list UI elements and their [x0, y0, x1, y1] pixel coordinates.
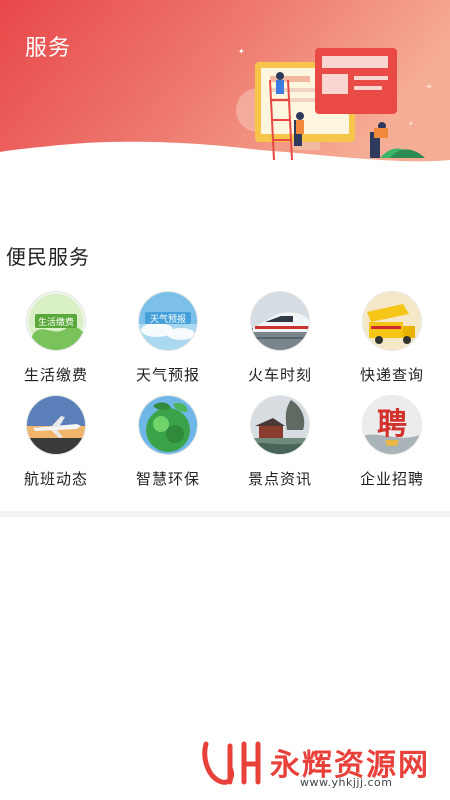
service-label: 快递查询	[359, 366, 424, 384]
service-express-delivery[interactable]: 快递查询	[336, 292, 448, 392]
page-title: 服务	[25, 36, 72, 61]
service-smart-eco[interactable]: 智慧环保	[112, 396, 224, 496]
section-title: 便民服务	[6, 245, 90, 269]
service-label: 智慧环保	[135, 470, 200, 488]
watermark-logo-icon	[202, 741, 261, 785]
weather-badge-text: 天气预报	[150, 313, 186, 325]
service-label: 生活缴费	[23, 366, 88, 384]
service-weather-forecast[interactable]: 天气预报 天气预报	[112, 292, 224, 392]
bill-payment-icon: 生活缴费	[27, 292, 85, 350]
svg-text:✦: ✦	[408, 120, 414, 128]
scenic-spot-icon	[251, 396, 309, 454]
svg-text:✦: ✦	[425, 82, 433, 93]
weather-forecast-icon: 天气预报	[139, 292, 197, 350]
recruitment-badge-text: 聘	[377, 407, 407, 442]
header-illustration: ✦ ✦ ✦	[236, 47, 433, 161]
service-bill-payment[interactable]: 生活缴费 生活缴费	[0, 292, 112, 392]
svg-text:✦: ✦	[238, 47, 245, 56]
bill-payment-badge-text: 生活缴费	[38, 316, 74, 328]
service-label: 航班动态	[23, 470, 88, 488]
service-label: 景点资讯	[247, 470, 312, 488]
green-earth-icon	[139, 396, 197, 454]
recruitment-icon: 聘	[363, 396, 421, 454]
watermark-url: www.yhkjjj.com	[300, 776, 393, 789]
service-label: 企业招聘	[359, 470, 424, 488]
section-divider	[0, 511, 450, 517]
service-recruitment[interactable]: 聘 企业招聘	[336, 396, 448, 496]
service-label: 火车时刻	[247, 366, 312, 384]
service-label: 天气预报	[135, 366, 200, 384]
airplane-icon	[27, 396, 85, 454]
service-flight-status[interactable]: 航班动态	[0, 396, 112, 496]
watermark: 永辉资源网 www.yhkjjj.com	[200, 738, 440, 789]
train-icon	[251, 292, 309, 350]
header-banner: 服务 ✦ ✦ ✦	[0, 0, 450, 200]
service-train-schedule[interactable]: 火车时刻	[224, 292, 336, 392]
delivery-truck-icon	[363, 292, 421, 350]
service-scenic-info[interactable]: 景点资讯	[224, 396, 336, 496]
